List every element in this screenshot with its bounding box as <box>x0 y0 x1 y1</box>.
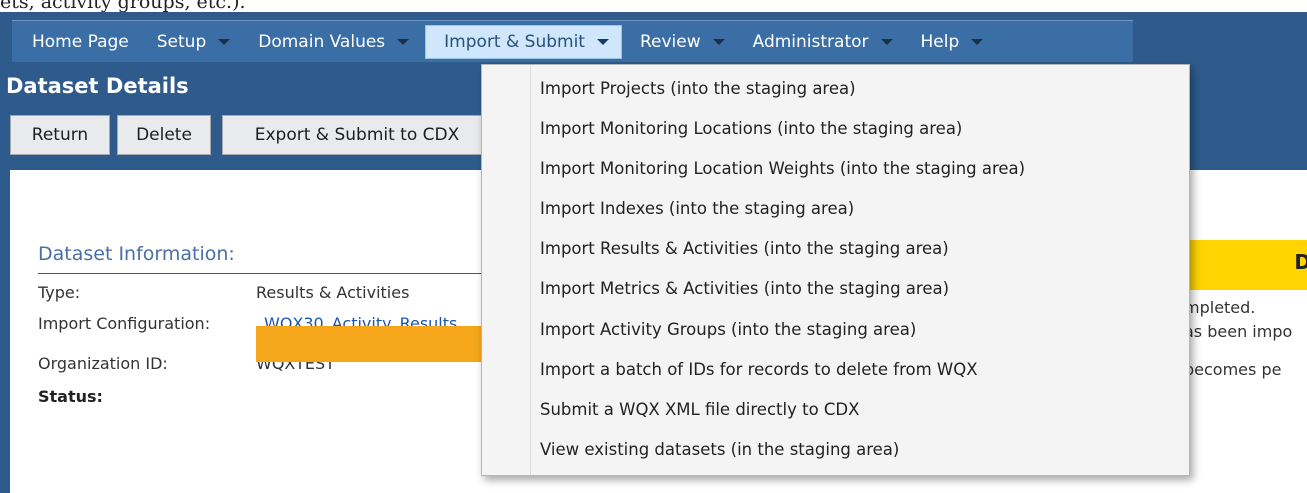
import-submit-dropdown-menu: Import Projects (into the staging area) … <box>481 64 1190 476</box>
main-menubar: Home Page Setup Domain Values Import & S… <box>12 20 1133 62</box>
menu-item-import-delete-batch[interactable]: Import a batch of IDs for records to del… <box>540 360 978 379</box>
menu-gutter <box>530 65 531 475</box>
menu-item-submit-wqx-xml[interactable]: Submit a WQX XML file directly to CDX <box>540 400 859 419</box>
menu-help[interactable]: Help <box>903 21 994 62</box>
chevron-down-icon <box>712 38 725 45</box>
delete-button[interactable]: Delete <box>117 115 211 155</box>
right-text-line-3: becomes pe <box>1184 360 1282 379</box>
menu-item-import-location-weights[interactable]: Import Monitoring Location Weights (into… <box>540 159 1025 178</box>
status-label: Status: <box>38 387 103 406</box>
menu-item-import-projects[interactable]: Import Projects (into the staging area) <box>540 79 856 98</box>
top-cropped-text-content: ets, activity groups, etc.). <box>0 0 246 12</box>
import-config-label: Import Configuration: <box>38 314 211 333</box>
status-indicator <box>256 326 496 362</box>
menu-setup[interactable]: Setup <box>139 21 240 62</box>
chevron-down-icon <box>880 38 893 45</box>
menu-item-import-monitoring-locations[interactable]: Import Monitoring Locations (into the st… <box>540 119 962 138</box>
page-title: Dataset Details <box>6 74 189 98</box>
menu-item-import-indexes[interactable]: Import Indexes (into the staging area) <box>540 199 854 218</box>
chevron-down-icon <box>397 38 410 45</box>
right-header-box: D <box>1188 240 1307 290</box>
menu-administrator-label: Administrator <box>752 31 869 52</box>
section-title: Dataset Information: <box>38 243 235 265</box>
section-divider <box>38 273 498 274</box>
menu-item-import-metrics-activities[interactable]: Import Metrics & Activities (into the st… <box>540 279 949 298</box>
chevron-down-icon <box>596 38 609 45</box>
menu-review[interactable]: Review <box>622 21 735 62</box>
menu-setup-label: Setup <box>156 31 207 52</box>
menu-item-view-datasets[interactable]: View existing datasets (in the staging a… <box>540 440 899 459</box>
chevron-down-icon <box>218 38 231 45</box>
menu-home-page[interactable]: Home Page <box>12 21 139 62</box>
export-submit-cdx-button[interactable]: Export & Submit to CDX <box>222 115 492 155</box>
menu-domain-values-label: Domain Values <box>258 31 386 52</box>
right-text-line-2: as been impo <box>1184 322 1293 341</box>
chevron-down-icon <box>971 38 984 45</box>
menu-import-submit[interactable]: Import & Submit <box>425 24 622 59</box>
return-button[interactable]: Return <box>10 115 110 155</box>
org-id-label: Organization ID: <box>38 354 168 373</box>
menu-administrator[interactable]: Administrator <box>735 21 903 62</box>
menu-item-import-results-activities[interactable]: Import Results & Activities (into the st… <box>540 239 949 258</box>
top-cropped-text: ets, activity groups, etc.). <box>0 0 1307 12</box>
menu-review-label: Review <box>639 31 701 52</box>
type-value: Results & Activities <box>256 283 410 302</box>
right-header-text: D <box>1294 250 1307 274</box>
type-label: Type: <box>38 283 81 302</box>
menu-import-submit-label: Import & Submit <box>444 31 585 52</box>
menu-home-page-label: Home Page <box>32 31 129 52</box>
menu-help-label: Help <box>920 31 960 52</box>
menu-item-import-activity-groups[interactable]: Import Activity Groups (into the staging… <box>540 320 916 339</box>
menu-domain-values[interactable]: Domain Values <box>240 21 419 62</box>
right-text-line-1: mpleted. <box>1184 298 1256 317</box>
